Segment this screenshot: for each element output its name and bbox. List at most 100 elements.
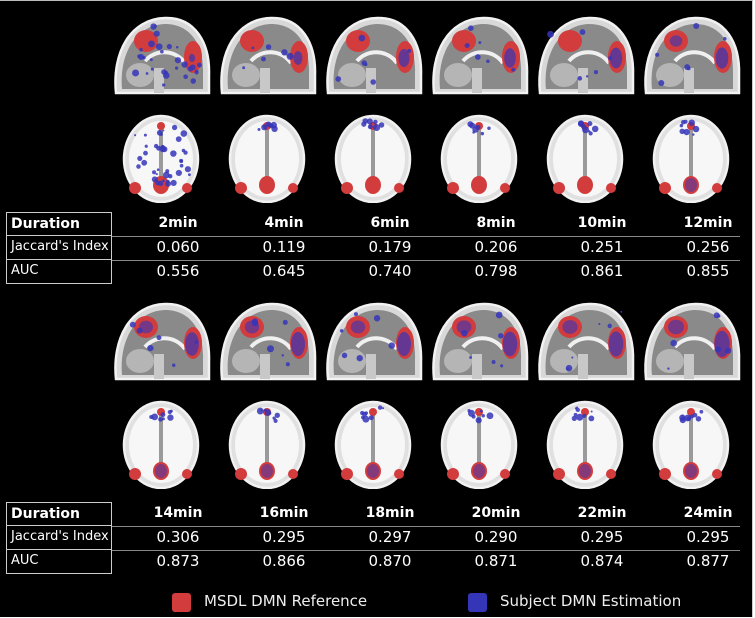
brainstem xyxy=(684,68,694,93)
jaccard-value: 0.179 xyxy=(368,238,412,256)
estimation-blob xyxy=(181,148,186,153)
estimation-blob xyxy=(713,312,720,319)
brainstem xyxy=(366,354,376,379)
estimation-blob xyxy=(175,169,182,177)
estimation-blob xyxy=(692,133,695,136)
estimation-blob xyxy=(480,131,485,136)
estimation-blob xyxy=(469,356,472,359)
estimation-blob xyxy=(692,125,700,133)
reference-region-left-parietal xyxy=(341,468,353,480)
estimation-blob xyxy=(273,418,278,423)
estimation-blob xyxy=(373,119,378,125)
estimation-blob xyxy=(141,159,148,166)
reference-region-right-parietal xyxy=(394,469,404,479)
reference-region-left-parietal xyxy=(129,468,141,480)
sagittal-brain-slice xyxy=(326,302,423,381)
estimation-blob xyxy=(364,411,368,415)
estimation-blob xyxy=(680,120,686,125)
axial-brain-slice xyxy=(334,114,412,204)
estimation-blob xyxy=(593,70,599,75)
sagittal-cell xyxy=(216,299,318,389)
estimation-blob xyxy=(580,124,586,130)
estimation-blob xyxy=(181,61,188,68)
jaccard-value: 0.119 xyxy=(262,238,306,256)
estimation-blob xyxy=(156,168,160,171)
estimation-blob xyxy=(498,333,504,339)
estimation-blob xyxy=(157,180,164,187)
duration-value: 16min xyxy=(259,505,309,521)
brainstem xyxy=(260,354,270,379)
reference-region-right-parietal xyxy=(712,183,722,193)
auc-value: 0.556 xyxy=(156,262,200,280)
estimation-blob xyxy=(577,76,583,81)
sagittal-brain-slice xyxy=(432,16,529,95)
legend-label-reference: MSDL DMN Reference xyxy=(204,592,368,610)
axial-brain-slice xyxy=(228,114,306,204)
reference-region-right-parietal xyxy=(606,469,616,479)
reference-region-frontal xyxy=(369,408,377,416)
axial-row-1 xyxy=(110,113,755,204)
duration-value: 4min xyxy=(264,215,304,231)
jaccard-header: Jaccard's Index xyxy=(6,236,112,260)
axial-cell xyxy=(216,399,318,490)
auc-value: 0.874 xyxy=(580,552,624,570)
duration-row: Duration 14min 16min 18min 20min 22min 24min xyxy=(0,502,750,526)
estimation-blob xyxy=(175,136,182,143)
estimation-region-mpfc xyxy=(396,331,412,357)
auc-value: 0.873 xyxy=(156,552,200,570)
estimation-blob xyxy=(281,49,288,56)
reference-region-precuneus xyxy=(259,176,275,194)
estimation-blob xyxy=(598,323,601,326)
jaccard-value: 0.290 xyxy=(474,528,518,546)
estimation-blob xyxy=(180,130,188,137)
estimation-blob xyxy=(588,131,593,136)
estimation-blob xyxy=(155,43,163,50)
estimation-blob xyxy=(286,52,294,60)
reference-region-right-parietal xyxy=(288,183,298,193)
estimation-blob xyxy=(686,416,692,421)
estimation-region-pcc xyxy=(562,320,578,334)
estimation-blob xyxy=(136,164,141,169)
estimation-blob xyxy=(335,76,342,82)
estimation-blob xyxy=(361,121,367,127)
sagittal-cell xyxy=(110,13,212,103)
estimation-blob xyxy=(475,54,481,60)
axial-brain-slice xyxy=(652,400,730,490)
jaccard-value: 0.295 xyxy=(686,528,730,546)
cerebellum xyxy=(338,63,366,87)
estimation-blob xyxy=(620,310,623,313)
estimation-blob xyxy=(478,41,482,44)
estimation-region-mpfc xyxy=(502,331,518,357)
duration-value: 18min xyxy=(365,505,415,521)
duration-value: 24min xyxy=(683,505,733,521)
axial-brain-slice xyxy=(652,114,730,204)
estimation-blob xyxy=(179,163,184,168)
estimation-blob xyxy=(367,124,373,130)
cerebellum xyxy=(550,349,578,373)
estimation-blob xyxy=(153,30,160,37)
estimation-blob xyxy=(242,66,246,70)
jaccard-value: 0.256 xyxy=(686,238,730,256)
axial-cell xyxy=(110,399,212,490)
auc-header: AUC xyxy=(6,550,112,574)
cerebellum xyxy=(232,63,260,87)
estimation-blob xyxy=(487,126,491,131)
estimation-blob xyxy=(477,417,481,421)
axial-cell xyxy=(322,399,424,490)
estimation-blob xyxy=(190,78,197,84)
estimation-blob xyxy=(358,34,366,42)
axial-cell xyxy=(640,399,742,490)
estimation-blob xyxy=(149,58,153,62)
axial-brain-slice xyxy=(228,400,306,490)
estimation-blob xyxy=(251,319,259,327)
reference-region-right-parietal xyxy=(500,183,510,193)
sagittal-brain-slice xyxy=(644,16,741,95)
estimation-blob xyxy=(688,119,695,126)
estimation-blob xyxy=(261,124,268,131)
estimation-blob xyxy=(356,354,363,362)
auc-header: AUC xyxy=(6,260,112,284)
jaccard-row: Jaccard's Index 0.306 0.295 0.297 0.290 0.29… xyxy=(0,526,750,550)
reference-region-left-parietal xyxy=(659,468,671,480)
legend-swatch-estimation xyxy=(468,593,487,612)
reference-region-precuneus xyxy=(471,176,487,194)
